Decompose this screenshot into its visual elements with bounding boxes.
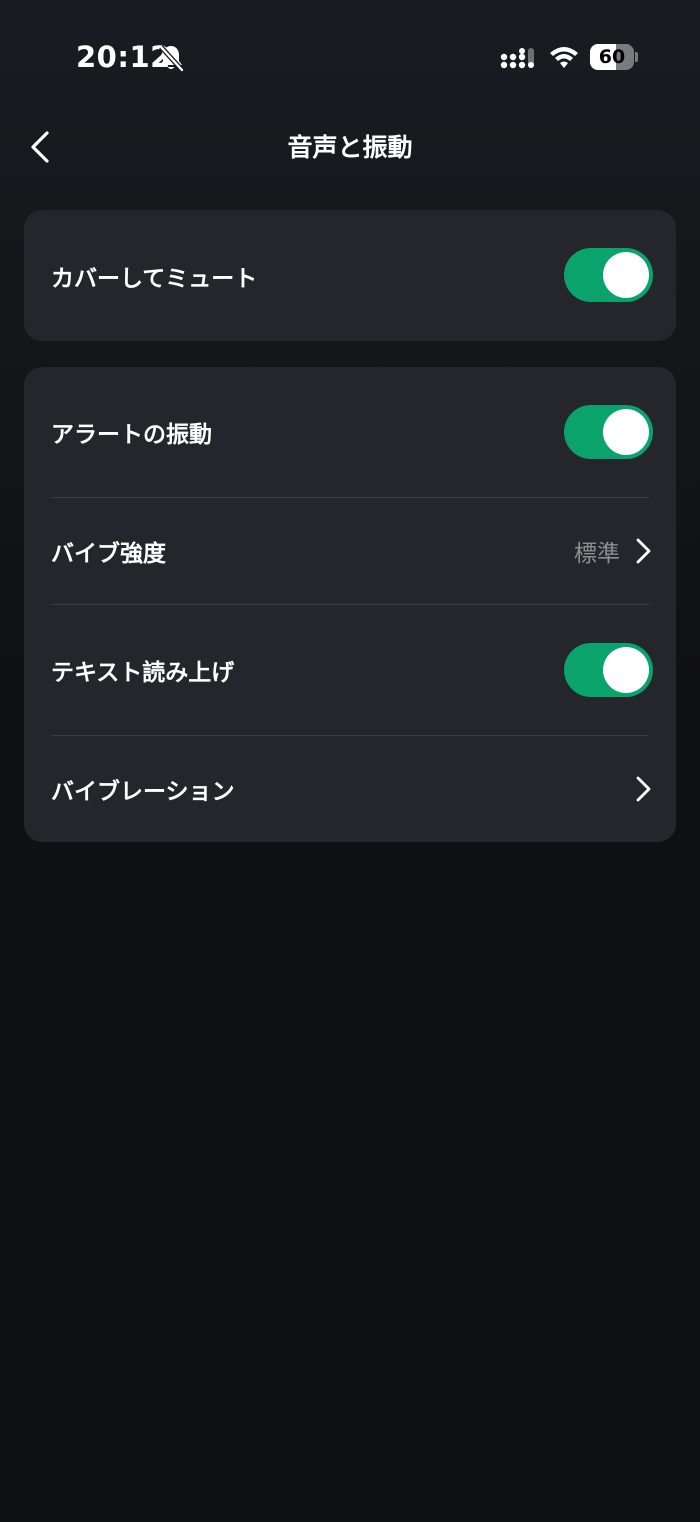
chevron-right-icon xyxy=(636,538,651,564)
vibe-strength-value: 標準 xyxy=(574,541,620,567)
row-label: カバーしてミュート xyxy=(51,265,258,292)
row-text-to-speech[interactable]: テキスト読み上げ xyxy=(24,605,676,735)
battery-icon: 60 xyxy=(590,44,634,70)
chevron-left-icon xyxy=(31,131,49,163)
settings-group-2: アラートの振動 バイブ強度 標準 テキスト読み上げ バイブレーション xyxy=(24,367,676,842)
bell-slash-icon xyxy=(159,45,184,72)
toggle-knob xyxy=(603,647,649,693)
settings-group-1: カバーしてミュート xyxy=(24,210,676,341)
row-alert-vibration[interactable]: アラートの振動 xyxy=(24,367,676,497)
battery-level: 60 xyxy=(598,46,626,68)
screen: 20:12 60 音声と振動 カバーしてミュート アラートの振動 バイブ強度 標… xyxy=(0,0,700,1522)
row-vibration[interactable]: バイブレーション xyxy=(24,736,676,842)
page-title: 音声と振動 xyxy=(287,133,413,162)
wifi-icon xyxy=(550,47,578,68)
toggle-knob xyxy=(603,252,649,298)
battery-indicator: 60 xyxy=(590,44,638,70)
row-cover-mute[interactable]: カバーしてミュート xyxy=(24,210,676,341)
row-label: バイブレーション xyxy=(51,779,235,805)
cover-mute-toggle[interactable] xyxy=(564,248,653,302)
row-label: テキスト読み上げ xyxy=(51,660,235,686)
row-label: バイブ強度 xyxy=(51,541,166,567)
status-time: 20:12 xyxy=(76,40,171,74)
back-button[interactable] xyxy=(20,124,60,170)
battery-cap xyxy=(635,52,638,62)
nav-bar: 音声と振動 xyxy=(0,110,700,186)
toggle-knob xyxy=(603,409,649,455)
signal-icon xyxy=(500,48,534,69)
chevron-right-icon xyxy=(636,776,651,802)
row-label: アラートの振動 xyxy=(51,422,212,448)
status-bar: 20:12 60 xyxy=(0,0,700,110)
alert-vibration-toggle[interactable] xyxy=(564,405,653,459)
row-vibe-strength[interactable]: バイブ強度 標準 xyxy=(24,498,676,604)
text-to-speech-toggle[interactable] xyxy=(564,643,653,697)
